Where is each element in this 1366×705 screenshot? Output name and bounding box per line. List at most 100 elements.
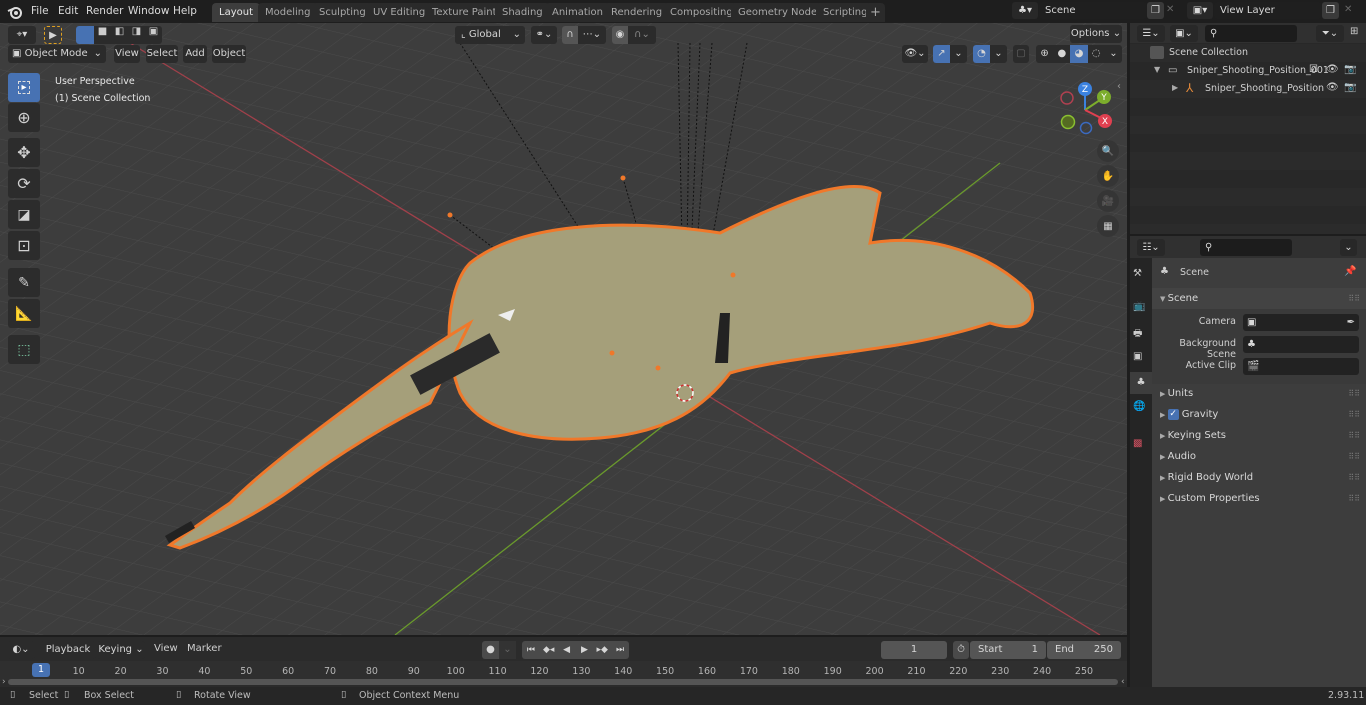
camera-field[interactable]: ▣ ✒: [1243, 314, 1359, 331]
menu-file[interactable]: File: [31, 3, 49, 20]
view-layer-browse-button[interactable]: ▣▾: [1187, 2, 1213, 19]
xray-toggle-icon[interactable]: ▢: [1013, 45, 1029, 63]
falloff-dropdown[interactable]: ∩⌄: [628, 26, 656, 44]
scene-name-field[interactable]: Scene: [1039, 2, 1147, 19]
eye-icon[interactable]: 👁: [1326, 64, 1339, 75]
record-icon[interactable]: ●: [482, 641, 499, 659]
tool-measure[interactable]: 📐: [8, 299, 40, 328]
active-clip-field[interactable]: 🎬: [1243, 358, 1359, 375]
solid-shading-icon[interactable]: ●: [1053, 45, 1070, 63]
section-rigid-body-world[interactable]: ▶ Rigid Body World ⠿⠿: [1160, 467, 1366, 488]
gravity-checkbox[interactable]: ✓: [1167, 408, 1179, 420]
timeline-scrollbar[interactable]: [8, 679, 1118, 685]
select-new-icon[interactable]: [76, 26, 94, 44]
tab-animation[interactable]: Animation: [545, 3, 610, 22]
background-scene-field[interactable]: ♣: [1243, 336, 1359, 353]
eyedropper-icon[interactable]: ✒: [1347, 314, 1355, 331]
tab-modeling[interactable]: Modeling: [258, 3, 318, 22]
view-layer-name-field[interactable]: View Layer: [1214, 2, 1322, 19]
sidebar-toggle-icon[interactable]: ‹: [1117, 81, 1121, 92]
marker-menu[interactable]: Marker: [187, 643, 222, 654]
visibility-dropdown[interactable]: 👁⌄: [902, 45, 928, 63]
snap-target-dropdown[interactable]: ⋯⌄: [578, 26, 606, 44]
gizmo-dropdown[interactable]: ⌄: [950, 45, 967, 63]
neg-x-axis-icon[interactable]: [1060, 91, 1074, 105]
tool-transform[interactable]: ⊡: [8, 231, 40, 260]
select-subtract-icon[interactable]: ◧: [111, 26, 128, 44]
tab-uv-editing[interactable]: UV Editing: [366, 3, 433, 22]
drag-handle-icon[interactable]: ⠿⠿: [1348, 404, 1360, 425]
pin-icon[interactable]: 📌: [1344, 266, 1356, 277]
add-workspace-button[interactable]: +: [866, 3, 885, 22]
drag-handle-icon[interactable]: ⠿⠿: [1348, 467, 1360, 488]
filter-view-dropdown[interactable]: ▣⌄: [1170, 25, 1198, 42]
transform-orientation-dropdown[interactable]: ⌞ Global ⌄: [455, 26, 525, 44]
world-tab-icon[interactable]: 🌐: [1133, 401, 1145, 412]
play-icon[interactable]: ▶: [575, 641, 593, 659]
jump-start-icon[interactable]: ⏮: [522, 641, 540, 659]
scene-browse-button[interactable]: ♣▾: [1012, 2, 1038, 19]
properties-search-input[interactable]: ⚲: [1200, 239, 1292, 256]
select-invert-icon[interactable]: ◨: [128, 26, 145, 44]
zoom-view-button[interactable]: 🔍: [1097, 140, 1119, 162]
wireframe-shading-icon[interactable]: ⊕: [1036, 45, 1053, 63]
menu-help[interactable]: Help: [173, 3, 197, 20]
tool-add-cube[interactable]: ⬚: [8, 335, 40, 364]
neg-y-axis-icon[interactable]: [1060, 114, 1076, 130]
next-keyframe-icon[interactable]: ▸◆: [593, 641, 611, 659]
expand-triangle-icon[interactable]: ▶: [1172, 83, 1178, 92]
properties-options-dropdown[interactable]: ⌄: [1340, 239, 1357, 256]
filter-dropdown[interactable]: ⏷⌄: [1316, 25, 1344, 42]
select-intersect-icon[interactable]: ▣: [145, 26, 162, 44]
overlay-toggle-icon[interactable]: ◔: [973, 45, 990, 63]
tab-sculpting[interactable]: Sculpting: [312, 3, 373, 22]
view-layer-tab-icon[interactable]: ▣: [1133, 351, 1142, 362]
display-mode-dropdown[interactable]: ☰⌄: [1137, 25, 1165, 42]
menu-window[interactable]: Window: [128, 3, 169, 20]
snap-toggle-icon[interactable]: ∩: [562, 26, 578, 44]
section-gravity[interactable]: ▶ ✓ Gravity ⠿⠿: [1160, 404, 1366, 425]
section-audio[interactable]: ▶ Audio ⠿⠿: [1160, 446, 1366, 467]
section-units[interactable]: ▶ Units ⠿⠿: [1160, 383, 1366, 404]
render-tab-icon[interactable]: 📺: [1133, 301, 1145, 312]
exclude-checkbox[interactable]: ☑: [1309, 64, 1318, 75]
blender-logo-icon[interactable]: [7, 4, 23, 20]
camera-view-button[interactable]: 🎥: [1097, 190, 1119, 212]
tab-geometry-nodes[interactable]: Geometry Nodes: [731, 3, 830, 22]
neg-z-axis-icon[interactable]: [1079, 121, 1093, 135]
expand-arrow-icon[interactable]: ›: [2, 677, 6, 687]
mode-dropdown[interactable]: ▣ Object Mode ⌄: [8, 45, 106, 63]
expand-triangle-icon[interactable]: ▼: [1154, 65, 1160, 74]
tab-rendering[interactable]: Rendering: [604, 3, 670, 22]
drag-handle-icon[interactable]: ⠿⠿: [1348, 488, 1360, 509]
shading-dropdown[interactable]: ⌄: [1105, 45, 1122, 63]
delete-view-layer-icon[interactable]: ✕: [1344, 4, 1352, 15]
menu-render[interactable]: Render: [86, 3, 123, 20]
menu-edit[interactable]: Edit: [58, 3, 78, 20]
tab-compositing[interactable]: Compositing: [663, 3, 740, 22]
pivot-point-dropdown[interactable]: ⚭⌄: [531, 26, 557, 44]
tab-shading[interactable]: Shading: [495, 3, 550, 22]
eye-icon[interactable]: 👁: [1326, 82, 1339, 93]
scene-panel-header[interactable]: ▼ Scene ⠿⠿: [1152, 288, 1366, 309]
section-custom-properties[interactable]: ▶ Custom Properties ⠿⠿: [1160, 488, 1366, 509]
render-camera-icon[interactable]: 📷: [1344, 64, 1356, 75]
new-collection-icon[interactable]: ⊞: [1350, 26, 1358, 37]
stopwatch-icon[interactable]: ⏱: [953, 641, 969, 659]
delete-scene-icon[interactable]: ✕: [1166, 4, 1174, 15]
tool-rotate[interactable]: ⟳: [8, 169, 40, 198]
pan-view-button[interactable]: ✋: [1097, 165, 1119, 187]
tool-annotate[interactable]: ✎: [8, 268, 40, 297]
select-extend-icon[interactable]: ■: [94, 26, 111, 44]
overlay-dropdown[interactable]: ⌄: [990, 45, 1007, 63]
tab-texture-paint[interactable]: Texture Paint: [425, 3, 504, 22]
current-frame-field[interactable]: 1: [881, 641, 947, 659]
texture-tab-icon[interactable]: ▩: [1133, 438, 1142, 449]
play-reverse-icon[interactable]: ◀: [558, 641, 576, 659]
rendered-shading-icon[interactable]: ◌: [1088, 45, 1105, 63]
start-frame-field[interactable]: Start 1: [970, 641, 1046, 659]
drag-handle-icon[interactable]: ⠿⠿: [1348, 288, 1360, 309]
drag-handle-icon[interactable]: ⠿⠿: [1348, 425, 1360, 446]
tool-select-box[interactable]: ▸: [8, 73, 40, 102]
jump-end-icon[interactable]: ⏭: [611, 641, 629, 659]
